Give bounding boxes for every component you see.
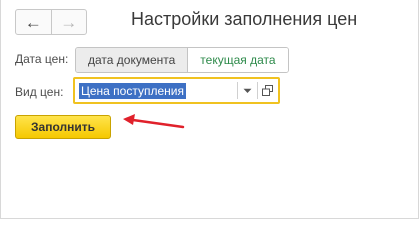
back-button[interactable]: ← <box>16 10 51 34</box>
option-document-date[interactable]: дата документа <box>76 48 189 72</box>
open-button[interactable] <box>259 82 275 99</box>
dialog-window: ← → Настройки заполнения цен Дата цен: д… <box>0 0 419 219</box>
forward-button[interactable]: → <box>52 10 87 34</box>
dropdown-button[interactable] <box>239 82 255 99</box>
option-current-date[interactable]: текущая дата <box>188 48 288 72</box>
chevron-down-icon <box>243 88 251 93</box>
arrow-left-icon: ← <box>24 12 42 32</box>
nav-buttons: ← → <box>15 9 87 35</box>
price-type-label: Вид цен: <box>15 85 64 99</box>
price-type-value[interactable]: Цена поступления <box>79 83 186 99</box>
combo-divider <box>257 82 258 99</box>
annotation-arrow-icon <box>123 114 185 129</box>
price-date-toggle: дата документа текущая дата <box>75 47 289 73</box>
open-window-icon <box>261 85 273 96</box>
fill-button[interactable]: Заполнить <box>15 115 111 139</box>
combo-divider <box>237 82 238 99</box>
window-title: Настройки заполнения цен <box>131 9 358 29</box>
arrow-right-icon: → <box>60 12 78 32</box>
price-date-label: Дата цен: <box>15 52 69 66</box>
